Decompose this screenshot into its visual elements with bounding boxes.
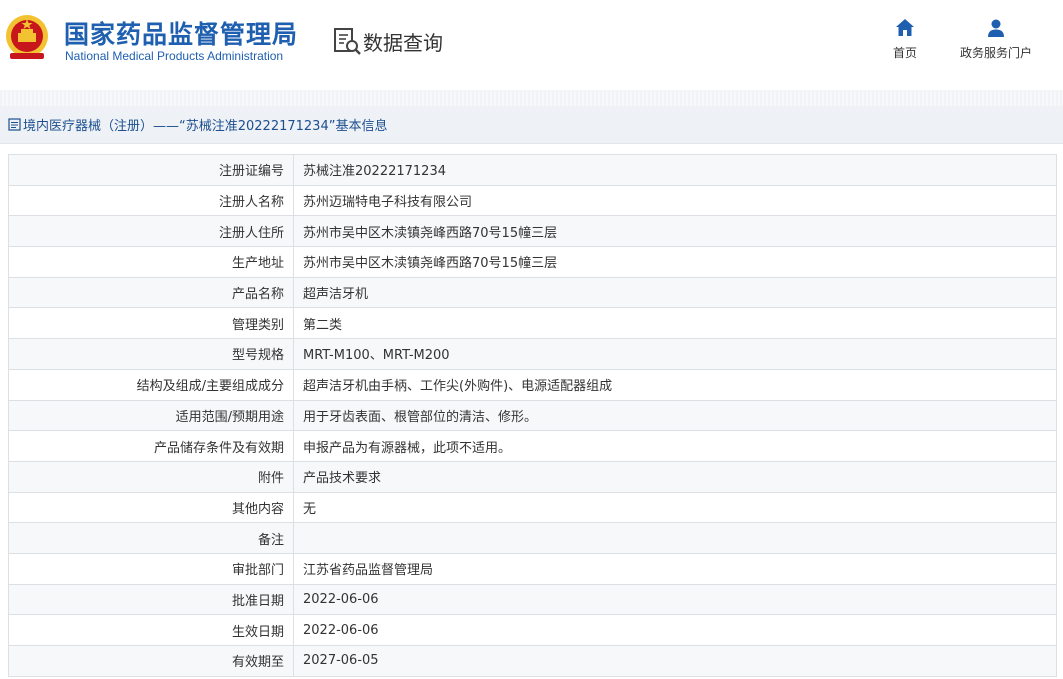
field-value: 江苏省药品监督管理局 bbox=[293, 552, 1057, 585]
org-name-en[interactable]: National Medical Products Administration bbox=[65, 49, 283, 63]
table-row: 生产地址 苏州市吴中区木渎镇尧峰西路70号15幢三层 bbox=[8, 246, 1057, 278]
table-row: 型号规格 MRT-M100、MRT-M200 bbox=[8, 338, 1057, 370]
table-row: 产品储存条件及有效期 申报产品为有源器械，此项不适用。 bbox=[8, 430, 1057, 462]
site-header: 国家药品监督管理局 National Medical Products Admi… bbox=[0, 0, 1063, 90]
table-row: 批准日期 2022-06-06 bbox=[8, 583, 1057, 616]
table-row: 注册证编号 苏械注准20222171234 bbox=[8, 154, 1057, 186]
field-value: 无 bbox=[293, 491, 1057, 524]
nav-service-portal[interactable]: 政务服务门户 bbox=[950, 18, 1042, 61]
field-value: 苏械注准20222171234 bbox=[293, 154, 1057, 186]
data-query-title[interactable]: 数据查询 bbox=[332, 25, 443, 57]
data-query-icon bbox=[334, 28, 361, 55]
field-label: 型号规格 bbox=[8, 338, 294, 370]
field-value bbox=[293, 522, 1057, 554]
detail-table: 注册证编号 苏械注准20222171234 注册人名称 苏州迈瑞特电子科技有限公司 注册… bbox=[8, 154, 1057, 677]
field-label: 产品名称 bbox=[8, 276, 294, 309]
field-label: 注册人名称 bbox=[8, 184, 294, 217]
field-value: 苏州迈瑞特电子科技有限公司 bbox=[293, 184, 1057, 217]
table-row: 管理类别 第二类 bbox=[8, 307, 1057, 340]
home-icon bbox=[896, 19, 914, 36]
field-label: 其他内容 bbox=[8, 491, 294, 524]
table-row: 生效日期 2022-06-06 bbox=[8, 614, 1057, 646]
field-label: 生产地址 bbox=[8, 246, 294, 278]
breadcrumb: 境内医疗器械（注册）——“苏械注准20222171234”基本信息 bbox=[0, 106, 1063, 144]
field-label: 审批部门 bbox=[8, 552, 294, 585]
field-value: 超声洁牙机由手柄、工作尖(外购件)、电源适配器组成 bbox=[293, 368, 1057, 401]
field-label: 管理类别 bbox=[8, 307, 294, 340]
field-value: 苏州市吴中区木渎镇尧峰西路70号15幢三层 bbox=[293, 215, 1057, 248]
table-row: 备注 bbox=[8, 522, 1057, 554]
document-icon bbox=[8, 118, 21, 131]
table-row: 注册人住所 苏州市吴中区木渎镇尧峰西路70号15幢三层 bbox=[8, 215, 1057, 248]
field-value: 用于牙齿表面、根管部位的清洁、修形。 bbox=[293, 399, 1057, 432]
table-row: 注册人名称 苏州迈瑞特电子科技有限公司 bbox=[8, 184, 1057, 217]
table-row: 审批部门 江苏省药品监督管理局 bbox=[8, 552, 1057, 585]
field-value: 产品技术要求 bbox=[293, 460, 1057, 493]
user-icon bbox=[988, 19, 1004, 37]
field-value: 苏州市吴中区木渎镇尧峰西路70号15幢三层 bbox=[293, 246, 1057, 278]
field-label: 有效期至 bbox=[8, 645, 294, 677]
field-label: 产品储存条件及有效期 bbox=[8, 430, 294, 462]
table-row: 适用范围/预期用途 用于牙齿表面、根管部位的清洁、修形。 bbox=[8, 399, 1057, 432]
field-value: 2022-06-06 bbox=[293, 614, 1057, 646]
field-label: 批准日期 bbox=[8, 583, 294, 616]
nav-portal-label: 政务服务门户 bbox=[959, 46, 1032, 60]
nav-home[interactable]: 首页 bbox=[885, 18, 925, 61]
field-label: 生效日期 bbox=[8, 614, 294, 646]
national-emblem-icon bbox=[6, 15, 48, 59]
field-value: 第二类 bbox=[293, 307, 1057, 340]
field-label: 注册人住所 bbox=[8, 215, 294, 248]
table-row: 结构及组成/主要组成成分 超声洁牙机由手柄、工作尖(外购件)、电源适配器组成 bbox=[8, 368, 1057, 401]
table-row: 其他内容无 bbox=[8, 491, 1057, 524]
table-row: 产品名称 超声洁牙机 bbox=[8, 276, 1057, 309]
field-value: 2027-06-05 bbox=[293, 645, 1057, 677]
field-label: 附件 bbox=[8, 460, 294, 493]
nav-home-label: 首页 bbox=[892, 46, 917, 60]
detail-table-container: 注册证编号 苏械注准20222171234 注册人名称 苏州迈瑞特电子科技有限公司 注册… bbox=[8, 154, 1057, 677]
field-value: 超声洁牙机 bbox=[293, 276, 1057, 309]
field-label: 注册证编号 bbox=[8, 154, 294, 186]
field-value: MRT-M100、MRT-M200 bbox=[293, 338, 1057, 370]
breadcrumb-text: 境内医疗器械（注册）——“苏械注准20222171234”基本信息 bbox=[23, 119, 388, 134]
org-name-cn[interactable]: 国家药品监督管理局 bbox=[64, 15, 298, 51]
table-row: 附件 产品技术要求 bbox=[8, 460, 1057, 493]
field-label: 适用范围/预期用途 bbox=[8, 399, 294, 432]
field-label: 结构及组成/主要组成成分 bbox=[8, 368, 294, 401]
data-query-label: 数据查询 bbox=[363, 30, 443, 55]
field-label: 备注 bbox=[8, 522, 294, 554]
field-value: 2022-06-06 bbox=[293, 583, 1057, 616]
field-value: 申报产品为有源器械，此项不适用。 bbox=[293, 430, 1057, 462]
header-divider-band bbox=[0, 90, 1063, 106]
table-row: 有效期至 2027-06-05 bbox=[8, 645, 1057, 677]
